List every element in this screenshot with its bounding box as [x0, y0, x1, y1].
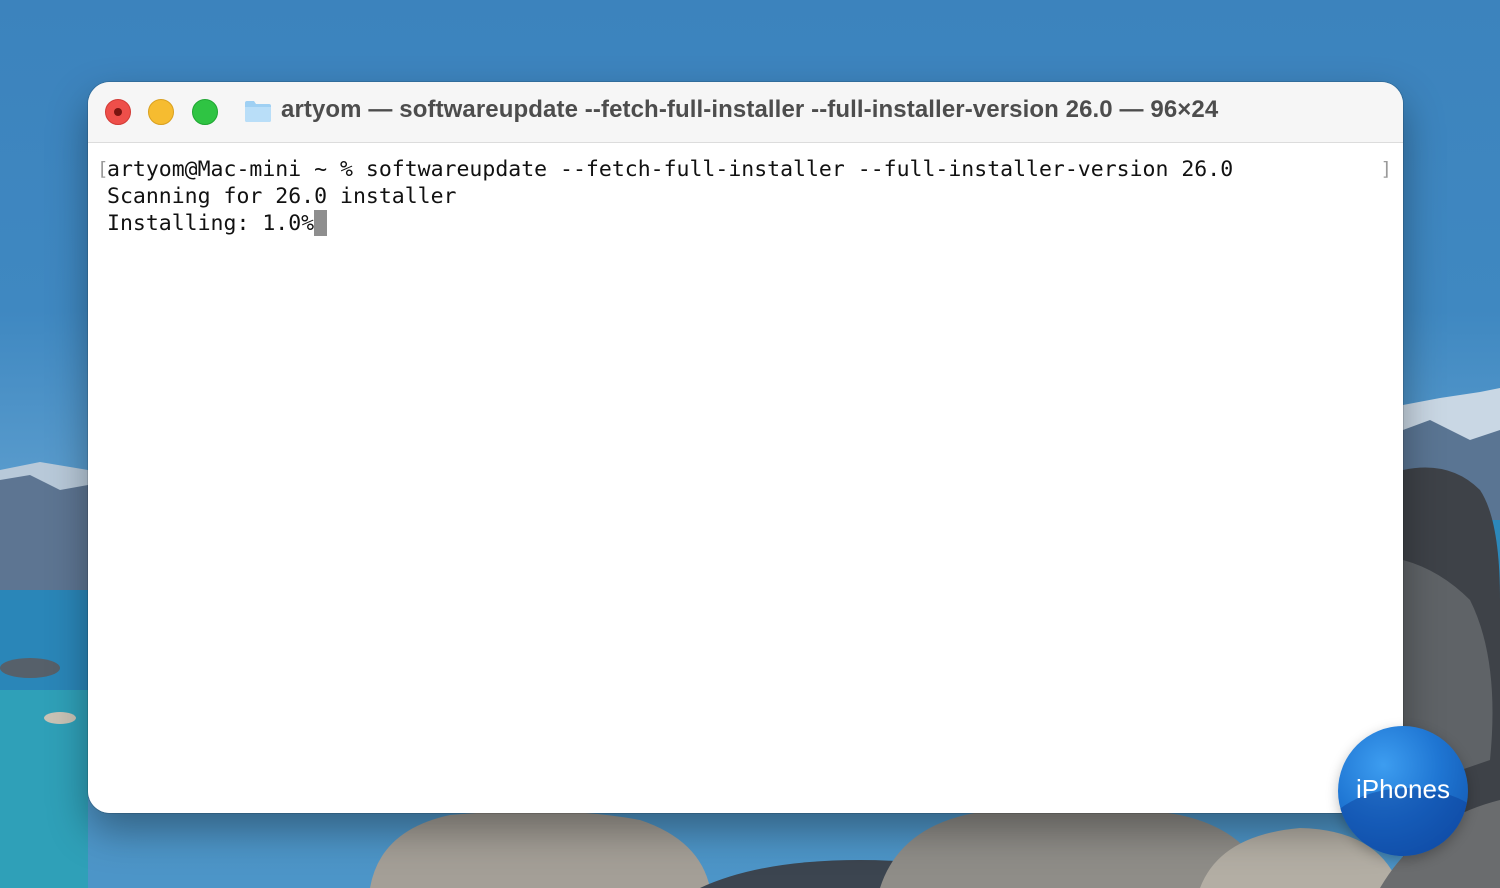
terminal-line-command: artyom@Mac-mini ~ % softwareupdate --fet… [107, 157, 1234, 182]
terminal-output[interactable]: [ artyom@Mac-mini ~ % softwareupdate --f… [88, 143, 1403, 813]
progress-text: Installing: 1.0% [107, 211, 315, 236]
zoom-button[interactable] [192, 99, 218, 125]
minimize-button[interactable] [148, 99, 174, 125]
line-mark-right: ] [1380, 158, 1392, 180]
watermark-text: iPhones [1356, 774, 1450, 804]
terminal-line-scanning: Scanning for 26.0 installer [107, 184, 457, 209]
title-bar[interactable]: artyom — softwareupdate --fetch-full-ins… [88, 82, 1403, 143]
terminal-line-progress: Installing: 1.0% [107, 210, 328, 237]
close-button[interactable] [105, 99, 131, 125]
watermark-badge: iPhones [1338, 726, 1468, 856]
terminal-window: artyom — softwareupdate --fetch-full-ins… [88, 82, 1403, 813]
window-title: artyom — softwareupdate --fetch-full-ins… [281, 96, 1219, 123]
close-icon [114, 108, 122, 116]
text-cursor [314, 210, 328, 236]
folder-icon [245, 101, 271, 122]
